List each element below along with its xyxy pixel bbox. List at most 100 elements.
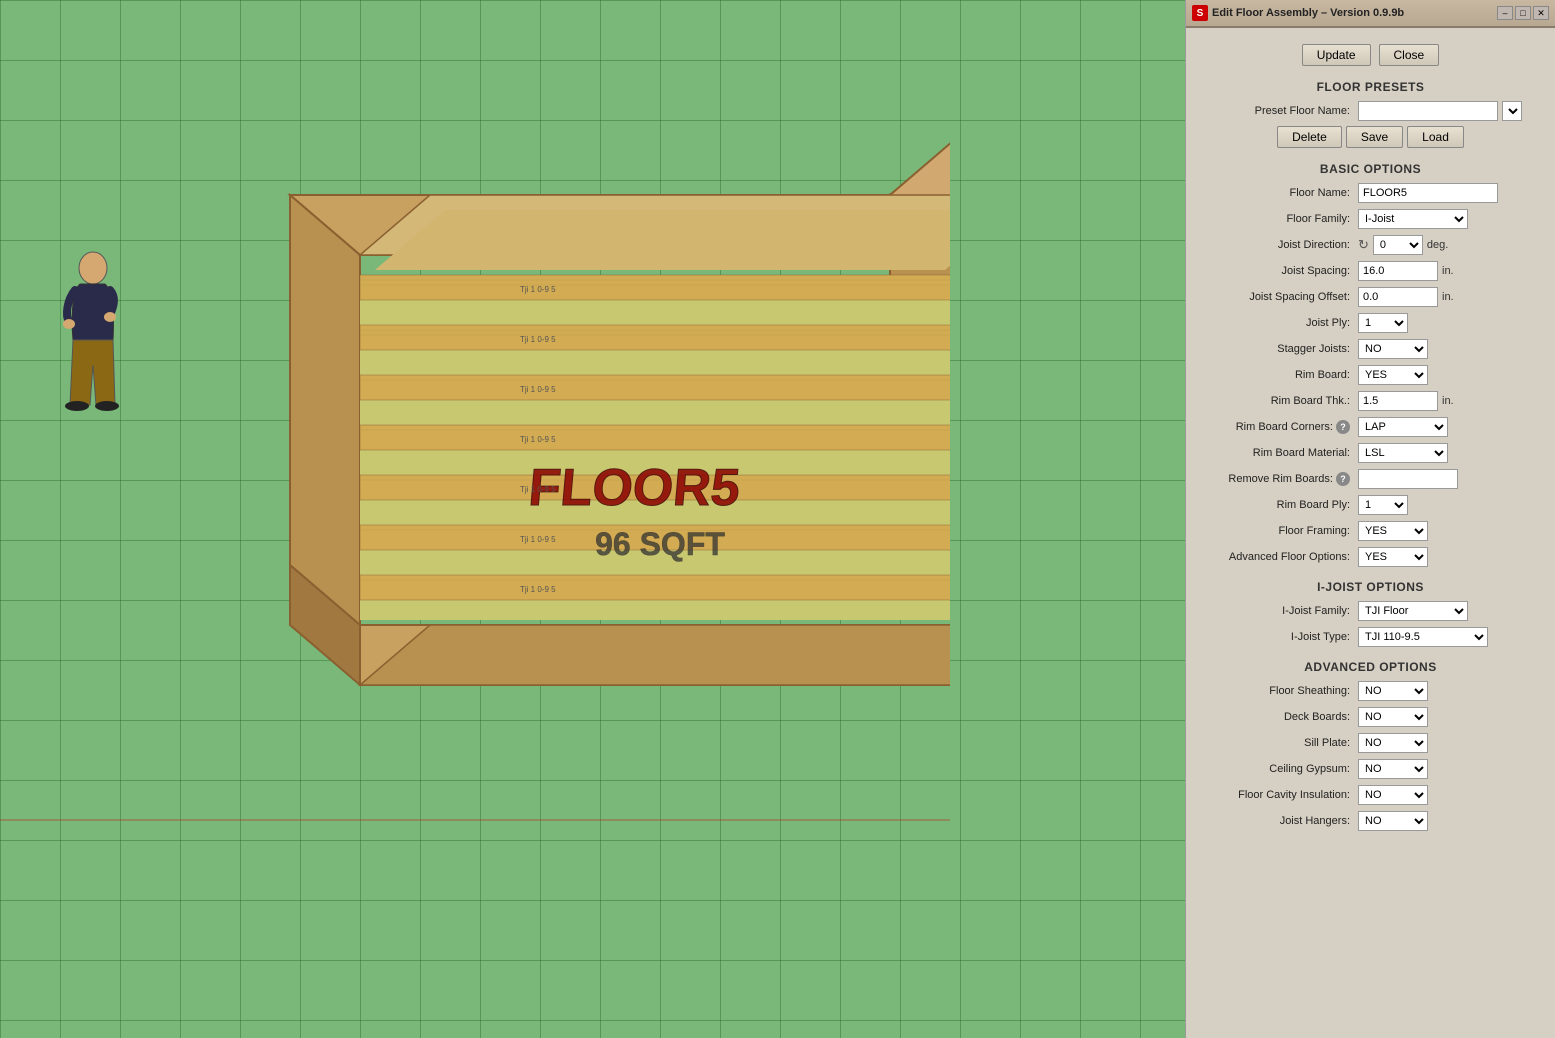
sill-plate-label: Sill Plate: xyxy=(1198,737,1358,749)
floor-cavity-insulation-row: Floor Cavity Insulation: NO YES xyxy=(1198,784,1543,806)
floor-family-select[interactable]: I-Joist Lumber xyxy=(1358,209,1468,229)
basic-options-header: BASIC OPTIONS xyxy=(1198,154,1543,182)
joist-hangers-select[interactable]: NO YES xyxy=(1358,811,1428,831)
rim-board-select[interactable]: YES NO xyxy=(1358,365,1428,385)
floor-name-input[interactable] xyxy=(1358,183,1498,203)
ceiling-gypsum-select[interactable]: NO YES xyxy=(1358,759,1428,779)
floor-framing-label: Floor Framing: xyxy=(1198,525,1358,537)
remove-rim-boards-help-icon[interactable]: ? xyxy=(1336,472,1350,486)
rim-board-label: Rim Board: xyxy=(1198,369,1358,381)
joist-ply-select[interactable]: 1 2 xyxy=(1358,313,1408,333)
panel: S Edit Floor Assembly – Version 0.9.9b –… xyxy=(1185,0,1555,1038)
close-window-button[interactable]: ✕ xyxy=(1533,6,1549,20)
svg-text:Tji 1 0-9 5: Tji 1 0-9 5 xyxy=(520,585,556,594)
rim-board-thk-row: Rim Board Thk.: in. xyxy=(1198,390,1543,412)
rim-board-corners-help-icon[interactable]: ? xyxy=(1336,420,1350,434)
remove-rim-boards-label: Remove Rim Boards: ? xyxy=(1198,472,1358,486)
stagger-joists-select[interactable]: NO YES xyxy=(1358,339,1428,359)
advanced-floor-options-row: Advanced Floor Options: YES NO xyxy=(1198,546,1543,568)
floor-sheathing-row: Floor Sheathing: NO YES xyxy=(1198,680,1543,702)
title-bar: S Edit Floor Assembly – Version 0.9.9b –… xyxy=(1186,0,1555,28)
rim-board-corners-select[interactable]: LAP MITER xyxy=(1358,417,1448,437)
rim-board-row: Rim Board: YES NO xyxy=(1198,364,1543,386)
preset-floor-name-input[interactable] xyxy=(1358,101,1498,121)
rim-board-thk-label: Rim Board Thk.: xyxy=(1198,395,1358,407)
joist-hangers-label: Joist Hangers: xyxy=(1198,815,1358,827)
floor-presets-header: FLOOR PRESETS xyxy=(1198,72,1543,100)
joist-spacing-offset-input[interactable] xyxy=(1358,287,1438,307)
svg-text:Tji 1 0-9 5: Tji 1 0-9 5 xyxy=(520,485,556,494)
rim-board-thk-input[interactable] xyxy=(1358,391,1438,411)
joist-spacing-unit: in. xyxy=(1442,265,1454,277)
joist-ply-label: Joist Ply: xyxy=(1198,317,1358,329)
sill-plate-select[interactable]: NO YES xyxy=(1358,733,1428,753)
rim-board-material-select[interactable]: LSL LVL Lumber xyxy=(1358,443,1448,463)
floor-cavity-insulation-select[interactable]: NO YES xyxy=(1358,785,1428,805)
top-buttons-row: Update Close xyxy=(1198,36,1543,72)
ijoist-type-select[interactable]: TJI 110-9.5 xyxy=(1358,627,1488,647)
floor-sheathing-select[interactable]: NO YES xyxy=(1358,681,1428,701)
joist-spacing-row: Joist Spacing: in. xyxy=(1198,260,1543,282)
svg-text:Tji 1 0-9 5: Tji 1 0-9 5 xyxy=(520,385,556,394)
ijoist-family-row: I-Joist Family: TJI Floor xyxy=(1198,600,1543,622)
deck-boards-select[interactable]: NO YES xyxy=(1358,707,1428,727)
preset-floor-name-label: Preset Floor Name: xyxy=(1198,105,1358,117)
svg-text:96 SQFT: 96 SQFT xyxy=(595,526,725,562)
maximize-button[interactable]: □ xyxy=(1515,6,1531,20)
floor-3d: FLOOR5 96 SQFT Tji 1 0-9 5 Tji 1 0-9 5 T… xyxy=(290,135,950,685)
rim-board-corners-row: Rim Board Corners: ? LAP MITER xyxy=(1198,416,1543,438)
close-button[interactable]: Close xyxy=(1379,44,1440,66)
floor-cavity-insulation-label: Floor Cavity Insulation: xyxy=(1198,789,1358,801)
window-title: Edit Floor Assembly – Version 0.9.9b xyxy=(1212,7,1404,19)
svg-text:Tji 1 0-9 5: Tji 1 0-9 5 xyxy=(520,335,556,344)
load-button[interactable]: Load xyxy=(1407,126,1464,148)
preset-floor-name-dropdown[interactable] xyxy=(1502,101,1522,121)
ijoist-type-row: I-Joist Type: TJI 110-9.5 xyxy=(1198,626,1543,648)
floor-framing-row: Floor Framing: YES NO xyxy=(1198,520,1543,542)
floor-name-label: Floor Name: xyxy=(1198,187,1358,199)
minimize-button[interactable]: – xyxy=(1497,6,1513,20)
remove-rim-boards-row: Remove Rim Boards: ? xyxy=(1198,468,1543,490)
rim-board-ply-label: Rim Board Ply: xyxy=(1198,499,1358,511)
save-button[interactable]: Save xyxy=(1346,126,1403,148)
joist-ply-row: Joist Ply: 1 2 xyxy=(1198,312,1543,334)
ijoist-family-label: I-Joist Family: xyxy=(1198,605,1358,617)
joist-spacing-offset-row: Joist Spacing Offset: in. xyxy=(1198,286,1543,308)
floor-family-label: Floor Family: xyxy=(1198,213,1358,225)
stagger-joists-row: Stagger Joists: NO YES xyxy=(1198,338,1543,360)
app-icon: S xyxy=(1192,5,1208,21)
refresh-icon[interactable]: ↻ xyxy=(1358,237,1369,253)
delete-button[interactable]: Delete xyxy=(1277,126,1342,148)
floor-family-row: Floor Family: I-Joist Lumber xyxy=(1198,208,1543,230)
joist-spacing-offset-unit: in. xyxy=(1442,291,1454,303)
joist-spacing-input[interactable] xyxy=(1358,261,1438,281)
svg-text:Tji 1 0-9 5: Tji 1 0-9 5 xyxy=(520,435,556,444)
advanced-options-header: ADVANCED OPTIONS xyxy=(1198,652,1543,680)
ceiling-gypsum-label: Ceiling Gypsum: xyxy=(1198,763,1358,775)
update-button[interactable]: Update xyxy=(1302,44,1371,66)
preset-floor-name-row: Preset Floor Name: xyxy=(1198,100,1543,122)
viewport: FLOOR5 96 SQFT Tji 1 0-9 5 Tji 1 0-9 5 T… xyxy=(0,0,1185,1038)
advanced-floor-options-label: Advanced Floor Options: xyxy=(1198,551,1358,563)
joist-direction-label: Joist Direction: xyxy=(1198,239,1358,251)
remove-rim-boards-input[interactable] xyxy=(1358,469,1458,489)
preset-buttons-row: Delete Save Load xyxy=(1198,126,1543,148)
deck-boards-label: Deck Boards: xyxy=(1198,711,1358,723)
floor-framing-select[interactable]: YES NO xyxy=(1358,521,1428,541)
svg-text:Tji 1 0-9 5: Tji 1 0-9 5 xyxy=(520,285,556,294)
advanced-floor-options-select[interactable]: YES NO xyxy=(1358,547,1428,567)
rim-board-material-row: Rim Board Material: LSL LVL Lumber xyxy=(1198,442,1543,464)
rim-board-ply-select[interactable]: 1 2 xyxy=(1358,495,1408,515)
rim-board-material-label: Rim Board Material: xyxy=(1198,447,1358,459)
deck-boards-row: Deck Boards: NO YES xyxy=(1198,706,1543,728)
joist-direction-select[interactable]: 0 90 xyxy=(1373,235,1423,255)
person-figure xyxy=(63,252,119,411)
ijoist-family-select[interactable]: TJI Floor xyxy=(1358,601,1468,621)
floor-name-row: Floor Name: xyxy=(1198,182,1543,204)
joist-spacing-offset-label: Joist Spacing Offset: xyxy=(1198,291,1358,303)
sill-plate-row: Sill Plate: NO YES xyxy=(1198,732,1543,754)
stagger-joists-label: Stagger Joists: xyxy=(1198,343,1358,355)
svg-text:FLOOR5: FLOOR5 xyxy=(526,459,742,517)
joist-hangers-row: Joist Hangers: NO YES xyxy=(1198,810,1543,832)
joist-direction-unit: deg. xyxy=(1427,239,1448,251)
